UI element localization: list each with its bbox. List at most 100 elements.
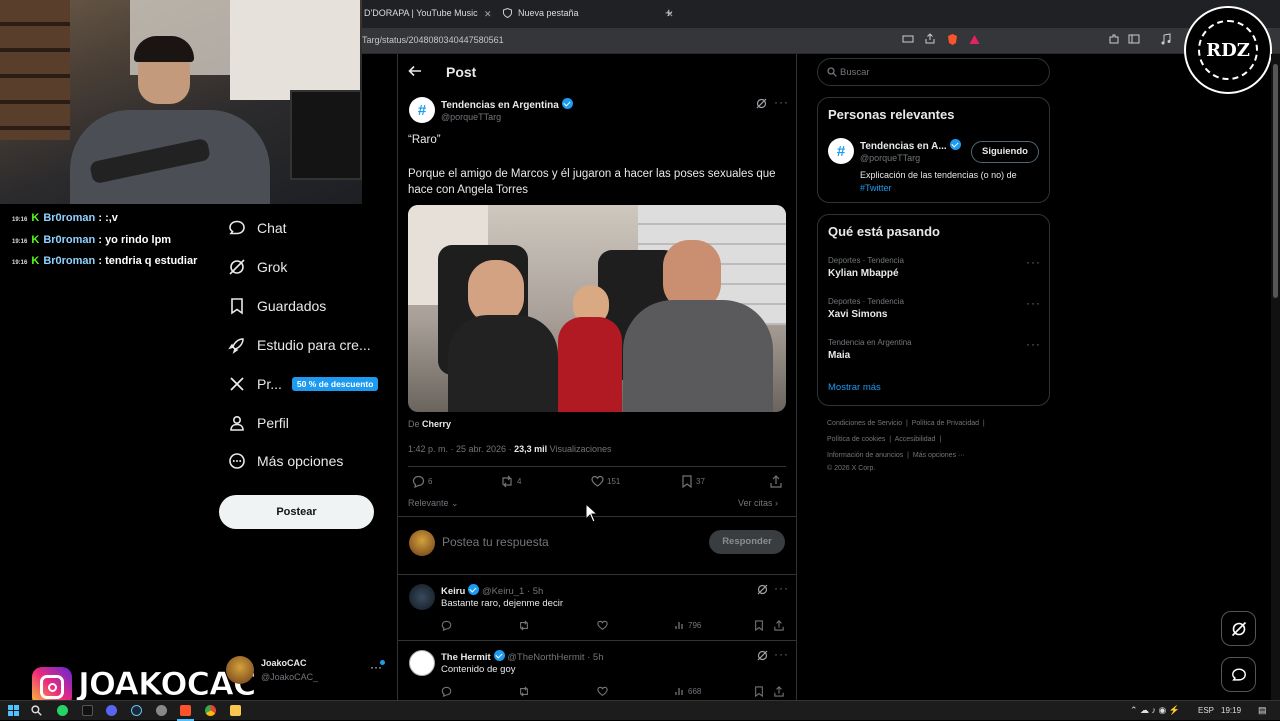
- reply-button[interactable]: 6: [412, 475, 432, 488]
- footer-link[interactable]: Accesibilidad: [895, 436, 936, 443]
- footer-link[interactable]: Más opciones ···: [913, 452, 965, 459]
- grok-float-button[interactable]: [1221, 611, 1256, 646]
- language-indicator[interactable]: ESP: [1198, 706, 1214, 715]
- reply-input[interactable]: Postea tu respuesta: [442, 535, 549, 549]
- following-button[interactable]: Siguiendo: [971, 141, 1039, 163]
- new-tab-button[interactable]: +: [665, 5, 673, 20]
- footer-link[interactable]: Información de anuncios: [827, 452, 903, 459]
- repost-icon[interactable]: [518, 686, 530, 697]
- notification-icon[interactable]: ▤: [1258, 705, 1267, 716]
- hashtag-link[interactable]: #Twitter: [860, 183, 892, 193]
- bookmark-button[interactable]: 37: [681, 475, 705, 488]
- footer-link[interactable]: Política de cookies: [827, 436, 885, 443]
- whatsapp-icon[interactable]: [57, 705, 68, 716]
- heart-icon[interactable]: [597, 686, 608, 697]
- bookmark-icon[interactable]: [754, 686, 764, 697]
- scrollbar-thumb[interactable]: [1273, 64, 1278, 298]
- reply-author[interactable]: Keiru @Keiru_1 · 5h: [441, 584, 543, 597]
- post-meta: 1:42 p. m. · 25 abr. 2026 · 23,3 mil Vis…: [408, 444, 612, 454]
- author-handle[interactable]: @porqueTTarg: [441, 112, 501, 122]
- share-icon[interactable]: [774, 686, 784, 697]
- grok-explain-icon[interactable]: [757, 584, 768, 595]
- author-name[interactable]: Tendencias en Argentina: [441, 98, 573, 111]
- reply-icon[interactable]: [441, 620, 452, 631]
- repost-icon[interactable]: [518, 620, 530, 631]
- trend-item[interactable]: Tendencia en Argentina Maia: [828, 338, 912, 361]
- tab-close-icon[interactable]: ✕: [484, 9, 492, 20]
- source-link[interactable]: Cherry: [422, 419, 451, 429]
- nav-item-premium[interactable]: Pr... 50 % de descuento: [228, 371, 379, 397]
- avatar[interactable]: [409, 650, 435, 676]
- grok-explain-icon[interactable]: [757, 650, 768, 661]
- more-options-icon[interactable]: ···: [1026, 255, 1041, 269]
- views-count[interactable]: 796: [675, 620, 701, 630]
- tab-youtube-music[interactable]: D'DORAPA | YouTube Music: [364, 4, 478, 26]
- url-field[interactable]: Targ/status/2048080340447580561: [362, 35, 504, 45]
- obs-icon[interactable]: [156, 705, 167, 716]
- extensions-icon[interactable]: [1108, 33, 1122, 47]
- bookmark-icon[interactable]: [754, 620, 764, 631]
- discord-icon[interactable]: [106, 705, 117, 716]
- clock[interactable]: 19:19: [1221, 706, 1241, 715]
- search-input[interactable]: Buscar: [817, 58, 1050, 86]
- steam-icon[interactable]: [131, 705, 142, 716]
- grok-explain-icon[interactable]: [756, 98, 767, 109]
- messages-float-button[interactable]: [1221, 657, 1256, 692]
- tray-icons[interactable]: ⌃ ☁ ♪ ◉ ⚡: [1130, 705, 1180, 716]
- scrollbar[interactable]: [1271, 54, 1280, 700]
- footer-links: Información de anuncios | Más opciones ·…: [827, 452, 966, 459]
- sort-dropdown[interactable]: Relevante ⌄: [408, 498, 459, 509]
- nav-item-estudio[interactable]: Estudio para cre...: [228, 332, 371, 358]
- more-options-icon[interactable]: ···: [774, 581, 789, 595]
- more-options-icon[interactable]: ···: [774, 95, 789, 109]
- nav-item-perfil[interactable]: Perfil: [228, 410, 289, 436]
- person-avatar[interactable]: #: [828, 138, 854, 164]
- reply-button[interactable]: Responder: [709, 530, 785, 554]
- nav-item-grok[interactable]: Grok: [228, 254, 287, 280]
- nav-item-chat[interactable]: Chat: [228, 215, 287, 241]
- reply-author[interactable]: The Hermit @TheNorthHermit · 5h: [441, 650, 604, 663]
- reply-icon[interactable]: [441, 686, 452, 697]
- person-name[interactable]: Tendencias en A...: [860, 139, 961, 152]
- share-icon[interactable]: [774, 620, 784, 631]
- share-icon[interactable]: [924, 33, 938, 47]
- brave-rewards-icon[interactable]: [968, 33, 982, 47]
- more-options-icon[interactable]: ···: [1026, 296, 1041, 310]
- chrome-icon[interactable]: [205, 705, 216, 716]
- avatar: [409, 530, 435, 556]
- nav-item-guardados[interactable]: Guardados: [228, 293, 326, 319]
- views-count[interactable]: 668: [675, 686, 701, 696]
- x-logo-icon: [228, 375, 246, 393]
- shield-icon: [503, 8, 512, 18]
- like-button[interactable]: 151: [591, 475, 620, 488]
- post-button[interactable]: Postear: [219, 495, 374, 529]
- windows-start-icon[interactable]: [8, 705, 19, 716]
- search-icon[interactable]: [31, 705, 42, 716]
- brave-icon[interactable]: [180, 705, 191, 716]
- tab-new-tab[interactable]: Nueva pestaña: [503, 4, 579, 26]
- author-avatar[interactable]: #: [409, 97, 435, 123]
- trend-item[interactable]: Deportes · Tendencia Xavi Simons: [828, 297, 904, 320]
- post-video[interactable]: [408, 205, 786, 412]
- footer-link[interactable]: Condiciones de Servicio: [827, 420, 902, 427]
- avatar[interactable]: [226, 656, 254, 684]
- brave-shield-icon[interactable]: [946, 33, 960, 47]
- folder-icon[interactable]: [230, 705, 241, 716]
- screen-cast-icon[interactable]: [902, 33, 916, 47]
- heart-icon[interactable]: [597, 620, 608, 631]
- more-options-icon[interactable]: ···: [774, 647, 789, 661]
- footer-link[interactable]: Política de Privacidad: [912, 420, 979, 427]
- post-text: Porque el amigo de Marcos y él jugaron a…: [408, 168, 776, 196]
- repost-button[interactable]: 4: [500, 475, 521, 488]
- tiktok-icon[interactable]: [82, 705, 93, 716]
- music-note-icon[interactable]: [1160, 33, 1174, 47]
- sidebar-icon[interactable]: [1128, 33, 1142, 47]
- more-options-icon[interactable]: ···: [1026, 337, 1041, 351]
- back-arrow-icon[interactable]: [408, 64, 422, 78]
- show-more-link[interactable]: Mostrar más: [828, 382, 881, 393]
- avatar[interactable]: [409, 584, 435, 610]
- trend-item[interactable]: Deportes · Tendencia Kylian Mbappé: [828, 256, 904, 279]
- nav-item-mas-opciones[interactable]: Más opciones: [228, 448, 343, 474]
- share-button[interactable]: [770, 475, 785, 488]
- view-quotes-link[interactable]: Ver citas ›: [738, 498, 778, 508]
